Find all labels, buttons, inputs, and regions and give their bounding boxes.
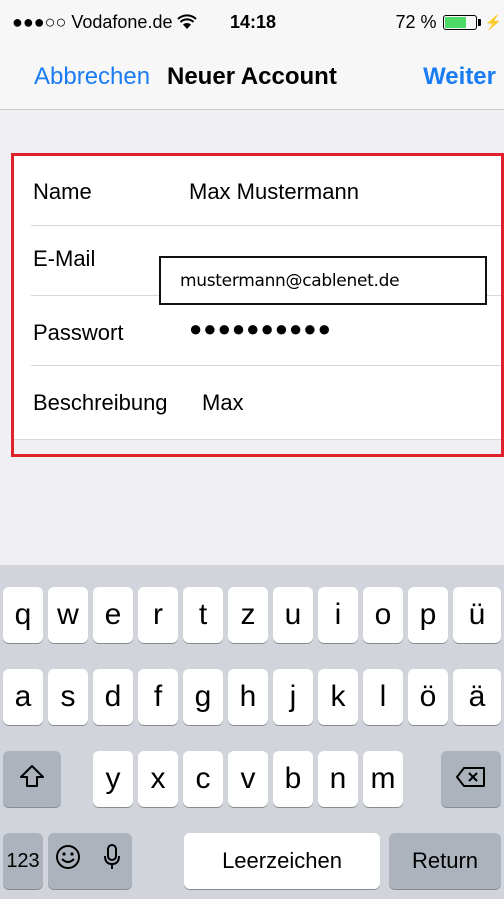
battery-percent: 72 % — [395, 12, 437, 32]
return-key[interactable]: Return — [389, 833, 501, 889]
clock: 14:18 — [230, 12, 277, 32]
key-ue[interactable]: ü — [453, 587, 501, 643]
key-l[interactable]: l — [363, 669, 403, 725]
carrier-label: ●●●○○ Vodafone.de — [12, 12, 173, 32]
key-r[interactable]: r — [138, 587, 178, 643]
password-label: Passwort — [33, 320, 124, 345]
key-f[interactable]: f — [138, 669, 178, 725]
password-field[interactable]: ●●●●●●●●●● — [189, 316, 332, 342]
key-k[interactable]: k — [318, 669, 358, 725]
emoji-mic-group — [48, 833, 132, 889]
key-oe[interactable]: ö — [408, 669, 448, 725]
description-label: Beschreibung — [33, 390, 168, 415]
nav-bar: Abbrechen Neuer Account Weiter — [0, 44, 504, 110]
emoji-icon — [55, 844, 81, 878]
next-button[interactable]: Weiter — [423, 63, 496, 91]
numbers-key[interactable]: 123 — [3, 833, 43, 889]
key-p[interactable]: p — [408, 587, 448, 643]
key-w[interactable]: w — [48, 587, 88, 643]
key-x[interactable]: x — [138, 751, 178, 807]
key-y[interactable]: y — [93, 751, 133, 807]
battery-icon — [442, 15, 477, 30]
description-row[interactable]: Beschreibung Max — [13, 366, 504, 436]
key-d[interactable]: d — [93, 669, 133, 725]
key-g[interactable]: g — [183, 669, 223, 725]
account-form: Name Max Mustermann E-Mail Passwort ●●●●… — [13, 155, 504, 440]
key-a[interactable]: a — [3, 669, 43, 725]
shift-key[interactable] — [3, 751, 61, 807]
backspace-key[interactable] — [441, 751, 501, 807]
key-ae[interactable]: ä — [453, 669, 501, 725]
name-row[interactable]: Name Max Mustermann — [13, 156, 504, 226]
key-h[interactable]: h — [228, 669, 268, 725]
password-row[interactable]: Passwort ●●●●●●●●●● — [13, 296, 504, 366]
email-value: mustermann@cablenet.de — [180, 271, 400, 291]
name-field[interactable]: Max Mustermann — [189, 179, 359, 205]
key-z[interactable]: z — [228, 587, 268, 643]
shift-icon — [19, 762, 45, 796]
carrier-signal: ●●●○○ Vodafone.de — [12, 12, 198, 33]
key-m[interactable]: m — [363, 751, 403, 807]
wifi-icon — [177, 12, 198, 32]
key-n[interactable]: n — [318, 751, 358, 807]
keyboard: q w e r t z u i o p ü a s d f g h j k l … — [0, 565, 504, 899]
email-field[interactable]: mustermann@cablenet.de — [159, 256, 487, 305]
name-label: Name — [33, 179, 92, 204]
emoji-key[interactable] — [48, 833, 88, 889]
backspace-icon — [455, 762, 487, 796]
key-o[interactable]: o — [363, 587, 403, 643]
battery-cap — [477, 19, 481, 26]
key-v[interactable]: v — [228, 751, 268, 807]
description-field[interactable]: Max — [202, 390, 244, 416]
key-u[interactable]: u — [273, 587, 313, 643]
space-key[interactable]: Leerzeichen — [184, 833, 380, 889]
battery-fill — [444, 17, 466, 28]
key-t[interactable]: t — [183, 587, 223, 643]
cancel-button[interactable]: Abbrechen — [34, 63, 150, 91]
key-j[interactable]: j — [273, 669, 313, 725]
key-b[interactable]: b — [273, 751, 313, 807]
status-bar: ●●●○○ Vodafone.de 14:18 72 % ⚡ — [0, 0, 504, 44]
key-s[interactable]: s — [48, 669, 88, 725]
bolt-icon: ⚡ — [484, 14, 502, 30]
top-bar: ●●●○○ Vodafone.de 14:18 72 % ⚡ Abbrechen… — [0, 0, 504, 110]
mic-key[interactable] — [92, 833, 132, 889]
key-i[interactable]: i — [318, 587, 358, 643]
key-q[interactable]: q — [3, 587, 43, 643]
page-title: Neuer Account — [167, 63, 337, 90]
email-label: E-Mail — [33, 246, 96, 271]
key-e[interactable]: e — [93, 587, 133, 643]
microphone-icon — [103, 843, 121, 879]
key-c[interactable]: c — [183, 751, 223, 807]
battery-indicator: 72 % ⚡ — [396, 12, 502, 33]
